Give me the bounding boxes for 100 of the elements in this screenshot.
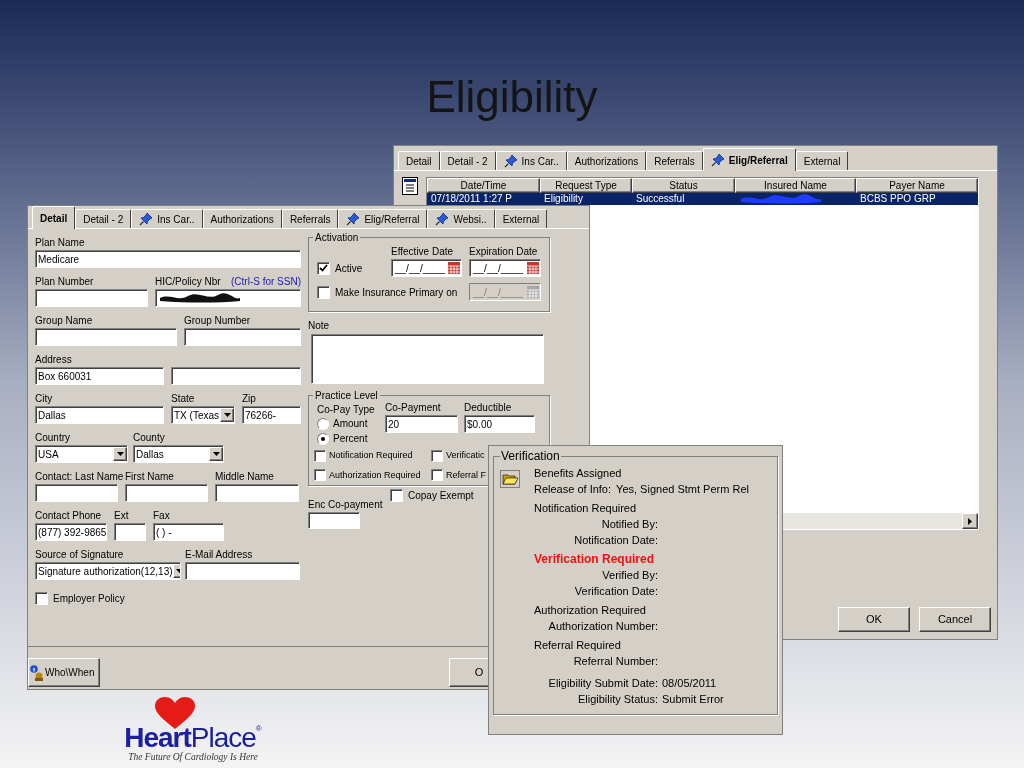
checkbox[interactable] — [314, 449, 326, 462]
text-field[interactable]: (877) 392-9865 — [35, 523, 107, 541]
field-label: Group Name — [35, 314, 93, 328]
checkbox[interactable] — [314, 469, 326, 482]
checkbox-label: Copay Exempt — [408, 489, 474, 503]
field-label: Contact Phone — [35, 509, 102, 523]
date-field[interactable]: __/__/____ — [391, 259, 462, 277]
field-label: Contact: Last Name — [35, 470, 124, 484]
date-field[interactable]: __/__/____ — [469, 259, 541, 277]
checkbox[interactable] — [317, 261, 330, 275]
info-label: Verified By: — [601, 568, 658, 583]
section-heading: Verification Required — [534, 551, 656, 567]
text-field[interactable]: Medicare — [35, 250, 301, 268]
dropdown[interactable]: TX (Texas — [171, 406, 235, 424]
calendar-icon[interactable] — [448, 262, 460, 274]
text-field[interactable]: 76266- — [242, 406, 301, 424]
calendar-icon[interactable] — [527, 262, 539, 274]
radio-button[interactable] — [317, 417, 329, 430]
info-label: Release of Info: — [534, 482, 612, 497]
amount-field[interactable]: $0.00 — [464, 415, 535, 433]
text-field[interactable]: Dallas — [35, 406, 164, 424]
checkbox-label: Verificatic — [446, 449, 485, 462]
column-header[interactable]: Date/Time — [427, 178, 540, 193]
text-field[interactable] — [185, 562, 300, 580]
text-field[interactable] — [155, 289, 301, 307]
tab[interactable]: Authorizations — [202, 209, 282, 228]
radio-button[interactable] — [317, 432, 329, 445]
table-row[interactable]: 07/18/2011 1:27 P Eligibility Successful BCBS PPO GRP — [427, 193, 978, 205]
tab[interactable]: Referrals — [281, 209, 339, 228]
info-label: Notification Date: — [573, 533, 658, 548]
field-label: Ext — [114, 509, 129, 523]
text-field[interactable] — [125, 484, 208, 502]
text-field[interactable]: Box 660031 — [35, 367, 164, 385]
logo-tagline: The Future Of Cardiology Is Here — [128, 751, 258, 763]
tab[interactable]: Detail — [32, 206, 76, 229]
table-cell: Successful — [636, 193, 685, 205]
registered-mark: ® — [255, 725, 262, 733]
info-person-icon — [30, 664, 44, 681]
dropdown[interactable]: Signature authorization(12,13) — [35, 562, 181, 580]
column-header[interactable]: Request Type — [540, 178, 632, 193]
checkbox[interactable] — [431, 469, 443, 482]
checkbox[interactable] — [431, 449, 443, 462]
benefits-text: Benefits Assigned — [534, 466, 623, 481]
text-field[interactable] — [35, 289, 148, 307]
field-label: Enc Co-payment — [308, 498, 384, 512]
who-when-button[interactable]: Who\When — [28, 658, 100, 687]
scroll-right-icon[interactable] — [962, 513, 978, 529]
info-label: Authorization Number: — [547, 619, 658, 634]
dialog-button[interactable]: Cancel — [919, 607, 991, 632]
info-label: Eligibility Status: — [576, 692, 658, 707]
tab[interactable]: Websi.. — [427, 209, 495, 228]
tab[interactable]: Detail - 2 — [75, 209, 132, 228]
checkbox[interactable] — [317, 285, 330, 299]
text-field[interactable] — [35, 328, 177, 346]
text-field[interactable] — [308, 512, 360, 529]
tab[interactable]: Referrals — [646, 151, 703, 170]
column-header[interactable]: Status — [632, 178, 735, 193]
table-cell: 07/18/2011 1:27 P — [431, 193, 512, 205]
text-field[interactable] — [215, 484, 299, 502]
tab[interactable]: Authorizations — [566, 151, 647, 170]
column-header[interactable]: Payer Name — [856, 178, 978, 193]
table-cell: BCBS PPO GRP — [860, 193, 936, 205]
field-label: State — [171, 392, 195, 406]
text-field[interactable] — [171, 367, 301, 385]
text-field[interactable] — [184, 328, 301, 346]
amount-field[interactable]: 20 — [385, 415, 458, 433]
field-label: Country — [35, 431, 70, 445]
tab[interactable]: Elig/Referral — [338, 209, 428, 228]
checkbox-label: Employer Policy — [53, 592, 125, 606]
dropdown[interactable]: Dallas — [133, 445, 224, 463]
tab[interactable]: Ins Car.. — [131, 209, 203, 228]
dialog-button[interactable]: OK — [838, 607, 910, 632]
tab[interactable]: Elig/Referral — [702, 148, 796, 171]
info-label: Referral Number: — [572, 654, 658, 669]
group-title: Activation — [314, 231, 360, 245]
field-label: Group Number — [184, 314, 251, 328]
checkbox[interactable] — [35, 592, 48, 605]
field-label: Deductible — [464, 401, 512, 415]
text-field[interactable] — [114, 523, 146, 541]
tab[interactable]: Detail — [398, 151, 440, 170]
open-folder-icon[interactable] — [500, 470, 520, 488]
checkbox-label: Active — [335, 261, 363, 276]
text-field[interactable]: ( ) - — [153, 523, 224, 541]
tab[interactable]: Ins Car.. — [495, 151, 567, 170]
column-header[interactable]: Insured Name — [735, 178, 856, 193]
tab[interactable]: Detail - 2 — [439, 151, 496, 170]
text-field[interactable] — [35, 484, 118, 502]
field-label: HIC/Policy Nbr — [155, 275, 221, 289]
logo-wordmark: HeartPlace — [124, 725, 256, 751]
tab[interactable]: External — [795, 151, 849, 170]
list-icon[interactable] — [402, 177, 418, 195]
info-value: 08/05/2011 — [662, 676, 717, 691]
field-label: Expiration Date — [469, 245, 538, 259]
dropdown[interactable]: USA — [35, 445, 128, 463]
checkbox-label: Make Insurance Primary on — [335, 285, 458, 300]
field-label: Co-Pay Type — [317, 403, 376, 416]
tab[interactable]: External — [494, 209, 548, 228]
note-field[interactable] — [311, 334, 544, 384]
checkbox[interactable] — [390, 489, 403, 502]
field-label: City — [35, 392, 53, 406]
